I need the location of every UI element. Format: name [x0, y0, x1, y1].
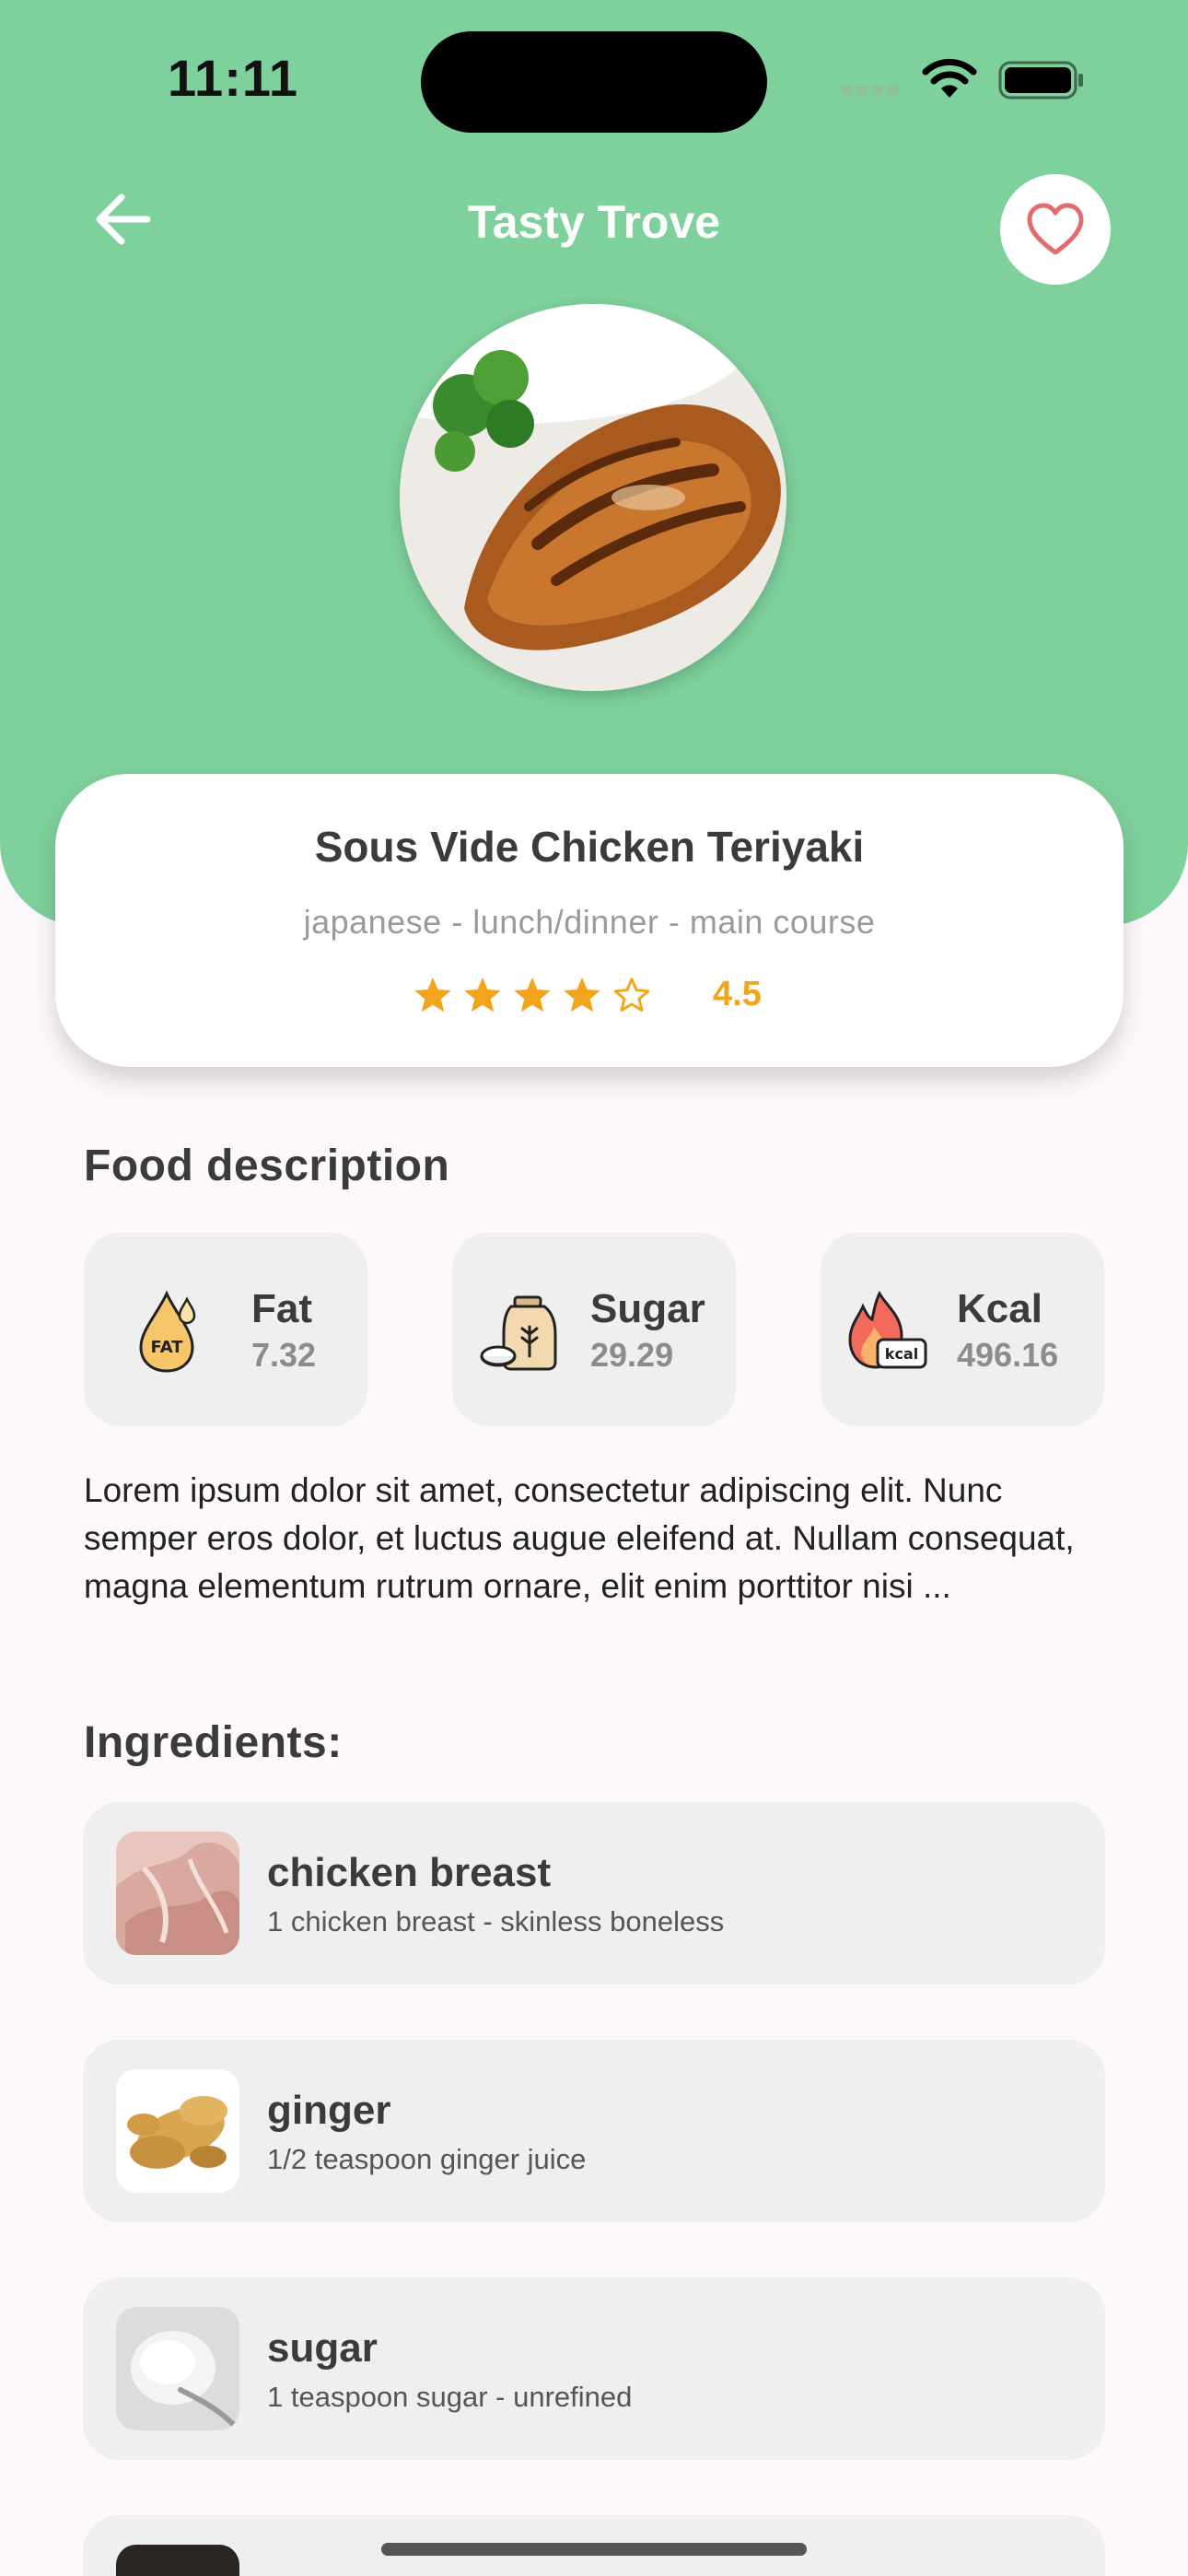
ingredient-thumbnail — [116, 2545, 239, 2576]
recipe-tags: japanese - lunch/dinner - main course — [303, 903, 876, 941]
star-outline-icon — [613, 977, 650, 1012]
dynamic-island — [421, 31, 767, 133]
nutrition-card-fat: FAT Fat 7.32 — [84, 1233, 367, 1426]
rating: 4.5 — [413, 975, 762, 1014]
heart-icon — [1027, 203, 1084, 255]
ingredient-detail: 1/2 teaspoon ginger juice — [267, 2143, 587, 2175]
nutrition-label: Fat — [251, 1286, 312, 1331]
svg-text:kcal: kcal — [885, 1345, 918, 1363]
status-time: 11:11 — [168, 49, 299, 107]
dish-photo — [400, 304, 786, 691]
recipe-name: Sous Vide Chicken Teriyaki — [314, 823, 865, 871]
sugar-jar-icon — [480, 1295, 557, 1371]
fat-drop-icon: FAT — [139, 1290, 196, 1373]
battery-icon — [998, 61, 1083, 100]
ingredient-name: ginger — [267, 2088, 391, 2133]
star-full-icon — [514, 977, 551, 1012]
ingredient-name: chicken breast — [267, 1850, 552, 1895]
ingredient-thumbnail — [116, 2307, 239, 2430]
cellular-signal-icon — [841, 83, 903, 100]
nutrition-label: Sugar — [590, 1286, 705, 1331]
nutrition-value: 29.29 — [590, 1336, 674, 1374]
ingredient-item[interactable]: ginger 1/2 teaspoon ginger juice — [83, 2040, 1105, 2222]
star-full-icon — [564, 977, 600, 1012]
home-indicator[interactable] — [381, 2543, 807, 2556]
ingredient-thumbnail — [116, 1832, 239, 1955]
wifi-icon — [922, 58, 977, 98]
kcal-flame-icon: kcal — [848, 1290, 927, 1369]
nutrition-card-sugar: Sugar 29.29 — [452, 1233, 736, 1426]
ingredient-name: sugar — [267, 2325, 378, 2371]
star-full-icon — [464, 977, 501, 1012]
ingredient-detail: 1 chicken breast - skinless boneless — [267, 1905, 725, 1938]
ingredient-item[interactable]: chicken breast 1 chicken breast - skinle… — [83, 1802, 1105, 1985]
description-text: Lorem ipsum dolor sit amet, consectetur … — [84, 1471, 1075, 1605]
food-description-title: Food description — [84, 1142, 450, 1190]
svg-text:FAT: FAT — [150, 1338, 183, 1357]
ingredient-item[interactable]: sugar 1 teaspoon sugar - unrefined — [83, 2277, 1105, 2460]
ingredient-thumbnail — [116, 2069, 239, 2193]
nutrition-label: Kcal — [957, 1286, 1042, 1331]
nutrition-value: 496.16 — [957, 1336, 1059, 1374]
favorite-button[interactable] — [1000, 174, 1111, 285]
star-full-icon — [414, 977, 451, 1012]
rating-value: 4.5 — [713, 975, 762, 1013]
nutrition-card-kcal: kcal Kcal 496.16 — [821, 1233, 1104, 1426]
nutrition-value: 7.32 — [251, 1336, 317, 1374]
recipe-info-card: Sous Vide Chicken Teriyaki japanese - lu… — [55, 774, 1124, 1067]
ingredient-detail: 1 teaspoon sugar - unrefined — [267, 2381, 633, 2413]
ingredients-title: Ingredients: — [84, 1718, 343, 1767]
